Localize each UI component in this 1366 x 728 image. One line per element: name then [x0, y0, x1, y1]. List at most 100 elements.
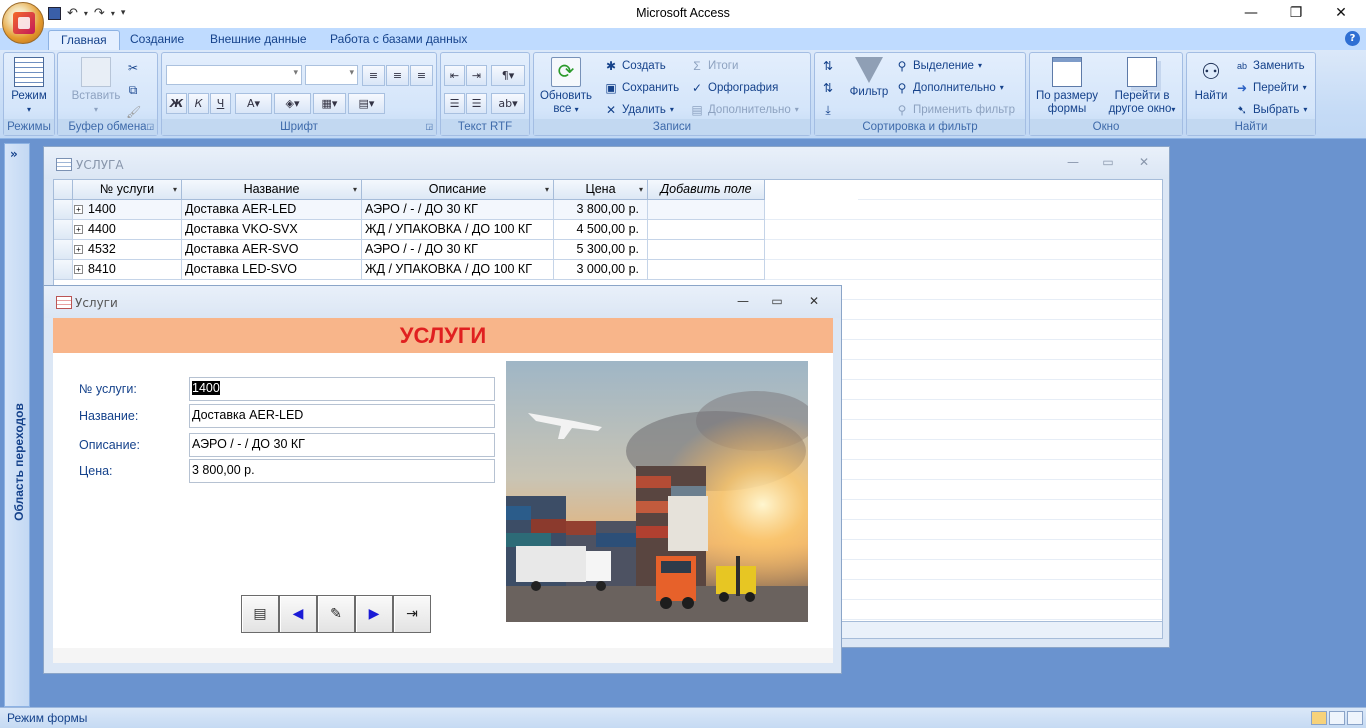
close-icon[interactable]: ✕: [1318, 0, 1364, 28]
column-dropdown-icon[interactable]: ▾: [639, 180, 643, 199]
sort-descending-button[interactable]: ⇅: [821, 78, 835, 97]
close-form-icon[interactable]: ⇥: [393, 595, 431, 633]
align-left-icon[interactable]: ≡: [362, 65, 385, 86]
bold-button[interactable]: Ж: [166, 93, 187, 114]
column-header-description[interactable]: Описание ▾: [362, 180, 554, 200]
fit-to-form-button[interactable]: По размеру формы: [1032, 57, 1102, 116]
table-cell-name[interactable]: Доставка AER-SVO: [182, 240, 362, 260]
expand-subdatasheet-icon[interactable]: +: [74, 225, 83, 234]
table-cell-add-field[interactable]: [648, 260, 765, 280]
paste-button[interactable]: Вставить ▾: [66, 57, 126, 116]
office-button[interactable]: [2, 2, 44, 44]
more-records-button[interactable]: ▤ Дополнительно ▾: [690, 100, 798, 119]
minimize-icon[interactable]: —: [1228, 0, 1274, 28]
font-name-combo[interactable]: [166, 65, 302, 85]
font-dialog-launcher-icon[interactable]: ◲: [425, 119, 433, 135]
navigation-pane[interactable]: » Область переходов: [4, 143, 30, 707]
edit-record-icon[interactable]: ✎: [317, 595, 355, 633]
add-field-header[interactable]: Добавить поле: [648, 180, 765, 200]
table-cell-name[interactable]: Доставка AER-LED: [182, 200, 362, 220]
underline-button[interactable]: Ч: [210, 93, 231, 114]
select-all-corner[interactable]: [54, 180, 73, 200]
tab-database-tools[interactable]: Работа с базами данных: [318, 30, 479, 50]
column-header-id[interactable]: № услуги ▾: [73, 180, 182, 200]
font-size-combo[interactable]: [305, 65, 358, 85]
design-view-icon[interactable]: [1347, 711, 1363, 725]
row-selector[interactable]: [54, 240, 73, 260]
toggle-filter-button[interactable]: ⚲ Применить фильтр: [895, 100, 1015, 119]
expand-subdatasheet-icon[interactable]: +: [74, 245, 83, 254]
find-button[interactable]: ⚇ Найти: [1189, 57, 1233, 103]
switch-window-button[interactable]: Перейти в другое окно▾: [1104, 57, 1180, 116]
table-row[interactable]: +8410 Доставка LED-SVO ЖД / УПАКОВКА / ДО …: [54, 260, 765, 280]
table-cell-desc[interactable]: АЭРО / - / ДО 30 КГ: [362, 240, 554, 260]
table-cell-add-field[interactable]: [648, 220, 765, 240]
table-cell-id[interactable]: +8410: [73, 260, 182, 280]
table-cell-id[interactable]: +4532: [73, 240, 182, 260]
refresh-all-button[interactable]: ⟳ Обновить все ▾: [536, 57, 596, 116]
align-center-icon[interactable]: ≡: [386, 65, 409, 86]
new-record-button[interactable]: ✱ Создать: [604, 56, 666, 75]
table-cell-id[interactable]: +1400: [73, 200, 182, 220]
sort-ascending-button[interactable]: ⇅: [821, 56, 835, 75]
row-selector[interactable]: [54, 220, 73, 240]
table-minimize-icon[interactable]: —: [1063, 155, 1083, 169]
description-field[interactable]: АЭРО / - / ДО 30 КГ: [189, 433, 495, 457]
expand-chevron-icon[interactable]: »: [10, 147, 18, 161]
name-field[interactable]: Доставка AER-LED: [189, 404, 495, 428]
indent-increase-icon[interactable]: ⇥: [466, 65, 487, 86]
column-dropdown-icon[interactable]: ▾: [545, 180, 549, 199]
table-cell-desc[interactable]: ЖД / УПАКОВКА / ДО 100 КГ: [362, 260, 554, 280]
service-id-field[interactable]: 1400: [189, 377, 495, 401]
totals-button[interactable]: Σ Итоги: [690, 56, 738, 75]
table-maximize-icon[interactable]: ▭: [1098, 155, 1118, 169]
delete-record-button[interactable]: ✕ Удалить ▾: [604, 100, 674, 119]
column-dropdown-icon[interactable]: ▾: [353, 180, 357, 199]
column-header-name[interactable]: Название ▾: [182, 180, 362, 200]
table-cell-desc[interactable]: АЭРО / - / ДО 30 КГ: [362, 200, 554, 220]
goto-button[interactable]: ➜ Перейти ▾: [1235, 78, 1307, 97]
table-cell-id[interactable]: +4400: [73, 220, 182, 240]
tab-create[interactable]: Создание: [118, 30, 196, 50]
form-minimize-icon[interactable]: —: [733, 294, 753, 308]
select-button[interactable]: ➷ Выбрать ▾: [1235, 100, 1307, 119]
table-row[interactable]: +4532 Доставка AER-SVO АЭРО / - / ДО 30 КГ…: [54, 240, 765, 260]
table-close-icon[interactable]: ✕: [1134, 155, 1154, 169]
table-row[interactable]: +4400 Доставка VKO-SVX ЖД / УПАКОВКА / ДО …: [54, 220, 765, 240]
paragraph-direction-icon[interactable]: ¶▾: [491, 65, 525, 86]
save-record-button[interactable]: ▣ Сохранить: [604, 78, 679, 97]
selection-button[interactable]: ⚲ Выделение ▾: [895, 56, 982, 75]
table-cell-price[interactable]: 3 000,00 р.: [554, 260, 648, 280]
table-cell-add-field[interactable]: [648, 200, 765, 220]
table-cell-name[interactable]: Доставка LED-SVO: [182, 260, 362, 280]
expand-subdatasheet-icon[interactable]: +: [74, 205, 83, 214]
filter-button[interactable]: Фильтр: [847, 57, 891, 99]
italic-button[interactable]: К: [188, 93, 209, 114]
tab-home[interactable]: Главная: [48, 30, 120, 50]
next-record-icon[interactable]: ▶: [355, 595, 393, 633]
table-cell-price[interactable]: 4 500,00 р.: [554, 220, 648, 240]
table-row[interactable]: +1400 Доставка AER-LED АЭРО / - / ДО 30 КГ…: [54, 200, 765, 220]
tab-external-data[interactable]: Внешние данные: [198, 30, 319, 50]
view-mode-button[interactable]: Режим ▾: [7, 57, 51, 116]
expand-subdatasheet-icon[interactable]: +: [74, 265, 83, 274]
gridlines-icon[interactable]: ▦▾: [313, 93, 346, 114]
copy-button[interactable]: ⧉: [126, 80, 140, 99]
form-close-icon[interactable]: ✕: [804, 294, 824, 308]
replace-button[interactable]: ab Заменить: [1235, 56, 1305, 75]
table-cell-add-field[interactable]: [648, 240, 765, 260]
table-cell-name[interactable]: Доставка VKO-SVX: [182, 220, 362, 240]
form-view-icon[interactable]: [1311, 711, 1327, 725]
row-selector[interactable]: [54, 260, 73, 280]
horizontal-scrollbar[interactable]: [841, 621, 1163, 639]
column-dropdown-icon[interactable]: ▾: [173, 180, 177, 199]
clear-sort-button[interactable]: ⤓: [821, 100, 835, 119]
previous-record-icon[interactable]: ◀: [279, 595, 317, 633]
help-icon[interactable]: ?: [1345, 31, 1360, 46]
price-field[interactable]: 3 800,00 р.: [189, 459, 495, 483]
alternate-fill-icon[interactable]: ▤▾: [348, 93, 385, 114]
font-color-icon[interactable]: A▾: [235, 93, 272, 114]
fill-color-icon[interactable]: ◈▾: [274, 93, 311, 114]
bulleted-list-icon[interactable]: ☰: [466, 93, 487, 114]
align-right-icon[interactable]: ≡: [410, 65, 433, 86]
